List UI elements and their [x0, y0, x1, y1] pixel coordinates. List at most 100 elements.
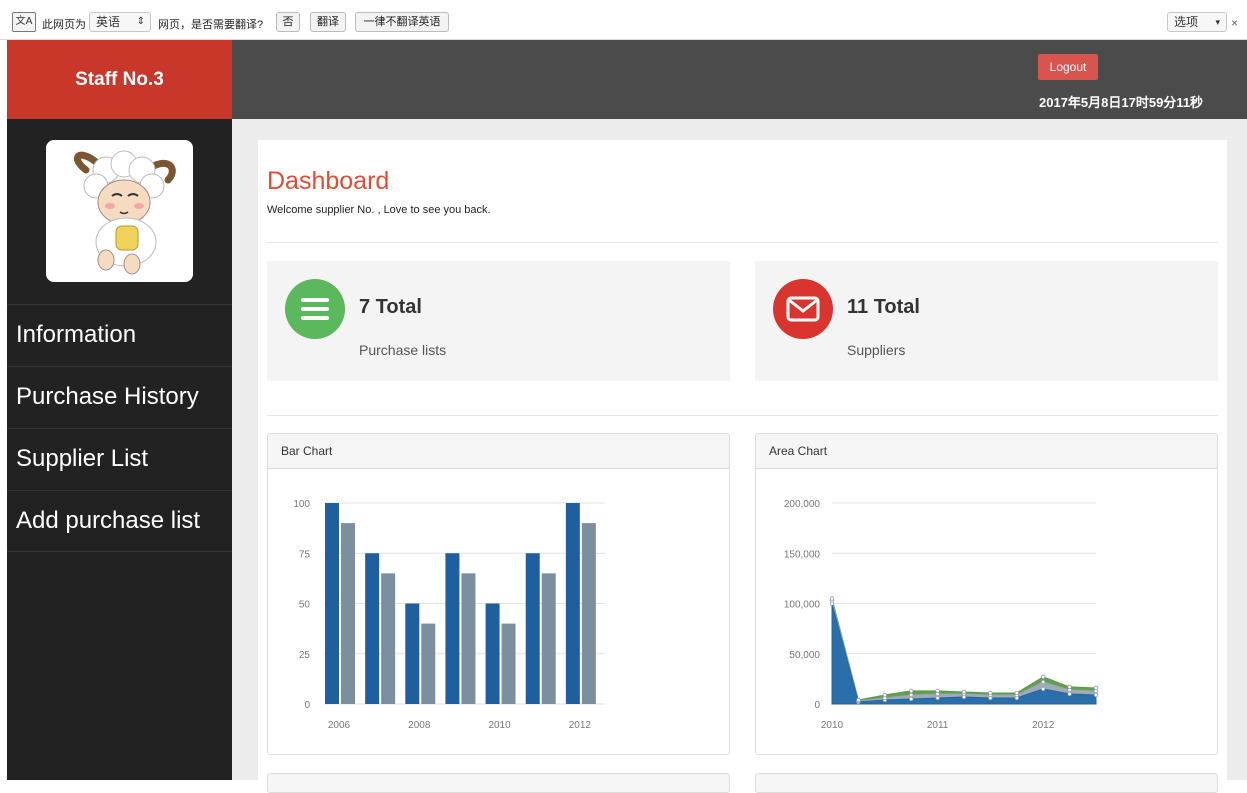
area-chart-panel: Area Chart 0 50,000 100,000 150,000 200,000 2… [755, 433, 1218, 755]
data-point [908, 692, 914, 698]
envelope-icon-circle [773, 279, 833, 339]
close-icon[interactable]: × [1231, 16, 1238, 30]
area-series [831, 600, 1097, 703]
data-point [908, 696, 914, 702]
data-point [935, 695, 940, 701]
stat-label: Suppliers [847, 342, 906, 358]
data-point [1041, 679, 1046, 685]
stat-card-suppliers[interactable]: 11 Total Suppliers [755, 261, 1218, 381]
x-tick-label: 2010 [821, 720, 844, 731]
never-translate-button[interactable]: 一律不翻译英语 [355, 12, 449, 32]
options-select[interactable]: 选项 ▾ [1167, 12, 1227, 32]
x-tick-label: 2011 [927, 720, 949, 731]
y-tick-label: 25 [299, 650, 311, 661]
top-header: Logout 2017年5月8日17时59分11秒 [232, 40, 1247, 119]
dashboard-card: Dashboard Welcome supplier No. , Love to… [258, 140, 1227, 793]
sidebar-item-add-purchase-list[interactable]: Add purchase list [7, 490, 232, 552]
brand-title[interactable]: Staff No.3 [7, 40, 232, 119]
language-select[interactable]: 英语 ⇕ [89, 12, 151, 32]
data-point [1093, 685, 1099, 691]
sidebar: Staff No.3 Information Purchase History … [7, 40, 232, 780]
panel-heading: Bar Chart [268, 434, 729, 469]
data-point [961, 689, 967, 695]
translate-prefix: 此网页为 [42, 19, 86, 31]
bar [501, 623, 516, 704]
stat-label: Purchase lists [359, 342, 447, 358]
stat-value: 11 Total [847, 296, 920, 318]
sidebar-item-information[interactable]: Information [7, 304, 232, 366]
envelope-icon [786, 296, 820, 322]
bar [405, 603, 420, 704]
bar [421, 623, 436, 704]
y-tick-label: 150,000 [784, 549, 821, 560]
y-tick-label: 0 [814, 700, 820, 711]
options-label: 选项 [1174, 15, 1199, 29]
bar [525, 553, 540, 704]
bar [325, 503, 339, 704]
data-point [1067, 684, 1072, 690]
panel-placeholder [267, 773, 730, 793]
data-point [856, 697, 861, 703]
bar-chart-panel: Bar Chart 0 25 50 75 100 2006 2008 2010 2012 [267, 433, 730, 755]
data-point [829, 596, 835, 601]
bar-chart: 0 25 50 75 100 2006 2008 2010 2012 [293, 499, 605, 731]
data-point [1067, 691, 1072, 697]
bar [461, 573, 476, 704]
stat-value: 7 Total [359, 296, 422, 318]
x-tick-label: 2006 [328, 720, 351, 731]
y-tick-label: 50 [299, 600, 311, 611]
logout-button[interactable]: Logout [1038, 54, 1098, 80]
page-title: Dashboard [267, 167, 390, 195]
data-point [882, 692, 887, 698]
main-area: Dashboard Welcome supplier No. , Love to… [232, 119, 1247, 793]
avatar [46, 140, 193, 282]
stat-card-purchase-lists[interactable]: 7 Total Purchase lists [267, 261, 730, 381]
x-tick-label: 2012 [1032, 720, 1055, 731]
bar [485, 603, 500, 704]
bar [581, 523, 596, 704]
x-tick-label: 2012 [569, 720, 592, 731]
list-icon [301, 298, 329, 320]
sidebar-item-purchase-history[interactable]: Purchase History [7, 366, 232, 428]
sheep-avatar-icon [74, 150, 176, 275]
y-tick-label: 100 [293, 499, 310, 510]
area-chart: 0 50,000 100,000 150,000 200,000 2010 2011 2012 [784, 499, 1099, 731]
data-point [1014, 690, 1019, 696]
bar [541, 573, 556, 704]
divider [267, 242, 1218, 243]
no-translate-button[interactable]: 否 [276, 12, 300, 32]
y-tick-label: 75 [299, 549, 311, 560]
data-point [908, 688, 914, 694]
bar [365, 553, 380, 704]
data-point [1093, 692, 1099, 698]
welcome-message: Welcome supplier No. , Love to see you b… [267, 204, 491, 216]
sidebar-nav: Information Purchase History Supplier Li… [7, 304, 232, 552]
x-tick-label: 2010 [488, 720, 511, 731]
translate-button[interactable]: 翻译 [310, 12, 346, 32]
select-arrows-icon: ⇕ [136, 16, 145, 27]
y-tick-label: 100,000 [784, 600, 821, 611]
datetime-display: 2017年5月8日17时59分11秒 [1039, 95, 1204, 110]
y-tick-label: 0 [304, 700, 310, 711]
panel-heading: Area Chart [756, 434, 1217, 469]
language-value: 英语 [96, 15, 121, 29]
translate-question: 网页，是否需要翻译? [158, 19, 264, 31]
translate-icon[interactable]: 文A [12, 12, 36, 32]
sidebar-item-supplier-list[interactable]: Supplier List [7, 428, 232, 490]
x-tick-label: 2008 [408, 720, 431, 731]
bar [381, 573, 396, 704]
data-point [1041, 674, 1046, 680]
y-tick-label: 50,000 [789, 650, 820, 661]
divider [267, 415, 1218, 416]
panel-placeholder [755, 773, 1218, 793]
bar [341, 523, 355, 704]
chevron-down-icon: ▾ [1215, 17, 1220, 27]
translate-bar: 文A 此网页为 英语 ⇕ 网页，是否需要翻译? 否 翻译 一律不翻译英语 选项 … [0, 0, 1247, 40]
y-tick-label: 200,000 [784, 499, 821, 510]
data-point [988, 690, 993, 696]
list-icon-circle [285, 279, 345, 339]
bar [565, 503, 580, 704]
data-point [1041, 686, 1046, 692]
data-point [935, 688, 940, 694]
bar [445, 553, 460, 704]
